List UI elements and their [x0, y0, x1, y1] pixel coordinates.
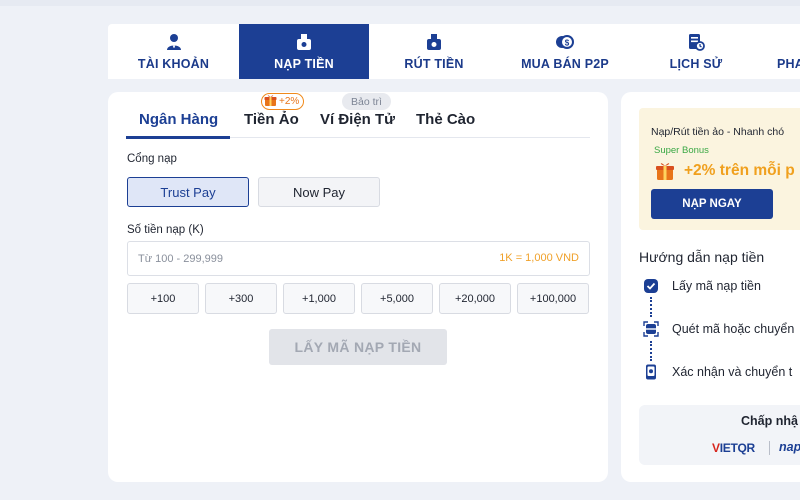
- nav-tab-label: RÚT TIỀN: [404, 57, 464, 71]
- step-connector: [650, 341, 652, 361]
- quick-amount-button[interactable]: +100,000: [517, 283, 589, 314]
- phone-confirm-icon: [643, 364, 659, 380]
- guide-step-text: Quét mã hoặc chuyển: [672, 322, 795, 336]
- qr-scan-icon: [643, 321, 659, 337]
- guide-step: Xác nhận và chuyển t: [643, 363, 800, 383]
- nav-tab-history[interactable]: LỊCH SỬ: [631, 24, 761, 79]
- vietqr-logo: VIETQR: [712, 441, 755, 455]
- guide-step: Quét mã hoặc chuyển: [643, 320, 800, 340]
- vietqr-logo-v: V: [712, 441, 720, 455]
- promo-title: Nạp/Rút tiền ảo - Nhanh chó: [651, 126, 785, 138]
- withdraw-icon: [424, 32, 444, 52]
- nav-tab-label: TÀI KHOẢN: [137, 57, 210, 71]
- guide-step: Lấy mã nạp tiền: [643, 277, 800, 297]
- amount-label: Số tiền nạp (K): [127, 224, 204, 236]
- quick-amount-button[interactable]: +100: [127, 283, 199, 314]
- logo-separator: [769, 441, 770, 455]
- nav-tab-withdraw[interactable]: RÚT TIỀN: [369, 24, 499, 79]
- guide-step-text: Lấy mã nạp tiền: [672, 279, 761, 293]
- side-panel: Nạp/Rút tiền ảo - Nhanh chó Super Bonus …: [621, 92, 800, 482]
- promo-subtitle: Super Bonus: [654, 145, 709, 156]
- accepted-methods-box: Chấp nhậ VIETQR nap: [639, 405, 800, 465]
- quick-amount-button[interactable]: +1,000: [283, 283, 355, 314]
- guide-step-text: Xác nhận và chuyển t: [672, 365, 793, 379]
- accepted-methods-title: Chấp nhậ: [741, 414, 798, 428]
- gateway-label: Cổng nạp: [127, 153, 177, 165]
- quick-amount-button[interactable]: +300: [205, 283, 277, 314]
- history-icon: [686, 32, 706, 52]
- quick-amount-button[interactable]: +5,000: [361, 283, 433, 314]
- amount-input[interactable]: [138, 242, 438, 275]
- nav-tab-more[interactable]: PHA: [761, 24, 800, 79]
- vietqr-logo-rest: IETQR: [719, 441, 755, 455]
- nav-tab-label: NẠP TIỀN: [274, 57, 334, 71]
- deposit-card: Ngân Hàng Tiền Ảo Ví Điện Tử Thẻ Cào +2%…: [108, 92, 608, 482]
- tab-crypto[interactable]: Tiền Ảo: [244, 111, 299, 128]
- nav-tab-p2p[interactable]: $ MUA BÁN P2P: [499, 24, 631, 79]
- cut-off-icon: [777, 32, 797, 52]
- nav-tab-label: PHA: [777, 57, 800, 71]
- nav-tab-account[interactable]: TÀI KHOẢN: [108, 24, 239, 79]
- gift-icon: [264, 94, 277, 110]
- step-connector: [650, 297, 652, 317]
- main-nav: TÀI KHOẢN NẠP TIỀN RÚT TIỀN $ MUA BÁN P2…: [108, 24, 800, 79]
- get-deposit-code-button[interactable]: LẤY MÃ NẠP TIỀN: [269, 329, 447, 365]
- guide-title: Hướng dẫn nạp tiền: [639, 249, 765, 265]
- active-tab-underline: [126, 136, 230, 139]
- check-shield-icon: [643, 278, 659, 294]
- maintenance-badge: Bảo trì: [342, 93, 391, 110]
- gateway-trust-pay-button[interactable]: Trust Pay: [127, 177, 249, 207]
- deposit-method-tabs: Ngân Hàng Tiền Ảo Ví Điện Tử Thẻ Cào: [126, 108, 590, 139]
- bonus-badge: +2%: [261, 93, 305, 110]
- promo-headline: +2% trên mỗi p: [684, 162, 795, 179]
- gateway-now-pay-button[interactable]: Now Pay: [258, 177, 380, 207]
- user-icon: [164, 32, 184, 52]
- exchange-rate-text: 1K = 1,000 VND: [499, 252, 579, 264]
- tab-scratch-card[interactable]: Thẻ Cào: [416, 111, 475, 128]
- nav-tab-deposit[interactable]: NẠP TIỀN: [239, 24, 369, 79]
- gift-icon: [655, 161, 675, 181]
- promo-banner: Nạp/Rút tiền ảo - Nhanh chó Super Bonus …: [639, 108, 800, 230]
- bonus-badge-text: +2%: [279, 96, 300, 107]
- top-strip: [0, 0, 800, 6]
- deposit-icon: [294, 32, 314, 52]
- tab-ewallet[interactable]: Ví Điện Tử: [320, 111, 395, 128]
- nav-tab-label: MUA BÁN P2P: [521, 57, 609, 71]
- p2p-coins-icon: $: [555, 32, 575, 52]
- svg-text:$: $: [565, 39, 570, 48]
- deposit-now-button[interactable]: NẠP NGAY: [651, 189, 773, 219]
- napas-logo: nap: [779, 440, 800, 454]
- amount-field: 1K = 1,000 VND: [127, 241, 590, 276]
- quick-amount-button[interactable]: +20,000: [439, 283, 511, 314]
- nav-tab-label: LỊCH SỬ: [669, 57, 723, 71]
- tab-bank[interactable]: Ngân Hàng: [139, 111, 218, 128]
